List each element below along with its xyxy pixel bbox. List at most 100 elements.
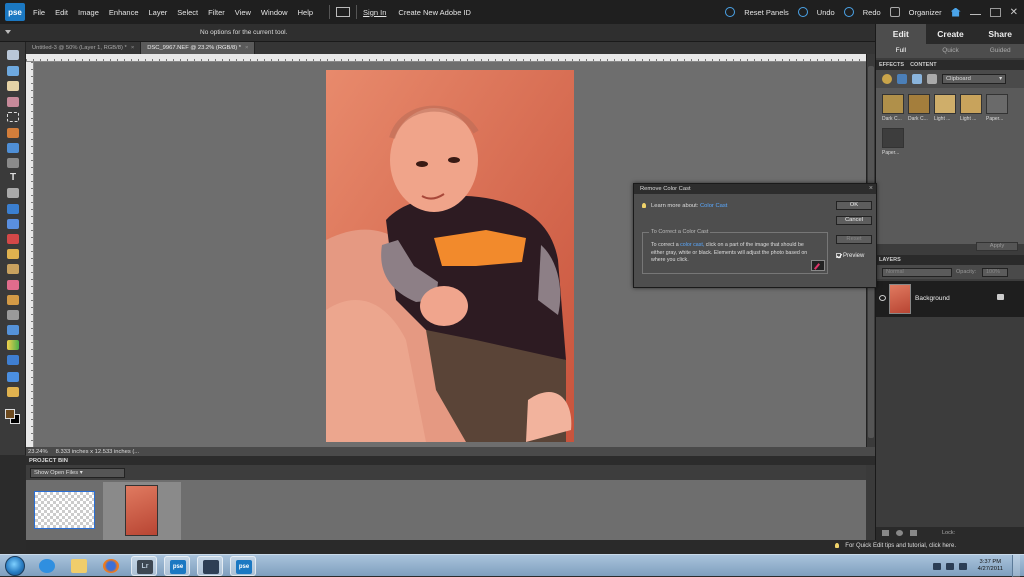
cookie-cutter-tool-icon[interactable] [7, 204, 19, 214]
show-desktop-button[interactable] [1012, 555, 1020, 577]
close-icon[interactable]: ✕ [1010, 7, 1018, 18]
type-tool-icon[interactable]: T [7, 173, 19, 183]
undo-icon[interactable] [797, 7, 808, 17]
taskbar-lightroom[interactable]: Lr [131, 556, 157, 576]
taskbar-pse-organizer[interactable]: pse [164, 556, 190, 576]
ok-button[interactable]: OK [836, 201, 872, 210]
home-icon[interactable] [950, 7, 961, 17]
minimize-icon[interactable] [969, 9, 981, 15]
menu-layer[interactable]: Layer [149, 8, 168, 17]
taskbar-explorer[interactable] [66, 556, 92, 576]
eyedropper-tool-icon[interactable] [7, 97, 19, 107]
undo-button[interactable]: Undo [817, 8, 835, 17]
tab-edit[interactable]: Edit [876, 24, 926, 44]
eyedropper-icon[interactable] [811, 260, 825, 271]
shape-tool-icon[interactable] [7, 355, 19, 365]
preview-checkbox[interactable]: Preview [836, 253, 864, 259]
reset-button[interactable]: Reset [836, 235, 872, 244]
color-cast-link[interactable]: Color Cast [700, 203, 727, 209]
tool-preset-icon[interactable] [5, 30, 11, 34]
tab-dsc-9967[interactable]: DSC_9967.NEF @ 23.2% (RGB/8) * × [141, 42, 256, 54]
organizer-icon[interactable] [889, 7, 900, 17]
network-icon[interactable] [945, 562, 954, 570]
delete-layer-icon[interactable] [910, 530, 917, 536]
lasso-tool-icon[interactable] [7, 128, 19, 138]
effect-item[interactable]: Light ... [934, 94, 958, 126]
taskbar-ie[interactable] [34, 556, 60, 576]
menu-help[interactable]: Help [298, 8, 313, 17]
create-adobe-id-link[interactable]: Create New Adobe ID [398, 8, 471, 17]
eraser-tool-icon[interactable] [7, 280, 19, 290]
reset-panels-button[interactable]: Reset Panels [744, 8, 789, 17]
visibility-eye-icon[interactable] [879, 295, 886, 301]
bin-scrollbar[interactable] [866, 465, 875, 540]
taskbar-firefox[interactable] [98, 556, 124, 576]
cancel-button[interactable]: Cancel [836, 216, 872, 225]
straighten-tool-icon[interactable] [7, 219, 19, 229]
tab-full[interactable]: Full [876, 44, 926, 58]
menu-file[interactable]: File [33, 8, 45, 17]
foreground-color-swatch[interactable] [5, 409, 15, 419]
tab-share[interactable]: Share [975, 24, 1024, 44]
layer-row-background[interactable]: Background [876, 281, 1024, 317]
effect-item[interactable]: Dark C... [908, 94, 932, 126]
start-button[interactable] [5, 556, 25, 576]
brush-tool-icon[interactable] [7, 295, 19, 305]
bin-thumbnail-untitled[interactable] [34, 491, 95, 529]
taskbar-pse-editor[interactable]: pse [230, 556, 256, 576]
blend-mode-dropdown[interactable]: Normal [882, 268, 952, 277]
apply-button[interactable]: Apply [976, 242, 1018, 251]
effects-category-dropdown[interactable]: Clipboard ▾ [942, 74, 1006, 84]
tab-guided[interactable]: Guided [975, 44, 1024, 58]
adjustment-layer-icon[interactable] [896, 530, 903, 536]
hand-tool-icon[interactable] [7, 81, 19, 91]
blur-tool-icon[interactable] [7, 372, 19, 382]
smart-brush-tool-icon[interactable] [7, 310, 19, 320]
menu-image[interactable]: Image [78, 8, 99, 17]
organizer-button[interactable]: Organizer [909, 8, 942, 17]
sponge-tool-icon[interactable] [7, 387, 19, 397]
effect-item[interactable]: Light ... [960, 94, 984, 126]
close-tab-icon[interactable]: × [245, 45, 248, 51]
quick-selection-tool-icon[interactable] [7, 143, 19, 153]
redo-icon[interactable] [843, 7, 854, 17]
bin-thumbnail-photo-selected[interactable] [103, 482, 181, 540]
menu-view[interactable]: View [235, 8, 251, 17]
volume-icon[interactable] [958, 562, 967, 570]
effect-item[interactable]: Dark C... [882, 94, 906, 126]
menu-filter[interactable]: Filter [208, 8, 225, 17]
new-layer-icon[interactable] [882, 530, 889, 536]
menu-window[interactable]: Window [261, 8, 288, 17]
menu-edit[interactable]: Edit [55, 8, 68, 17]
dialog-close-icon[interactable]: × [869, 184, 873, 194]
tab-untitled-3[interactable]: Untitled-3 @ 50% (Layer 1, RGB/8) * × [26, 42, 142, 54]
layout-grid-icon[interactable] [336, 7, 351, 17]
zoom-level[interactable]: 23.24% [28, 449, 48, 455]
effect-item[interactable]: Paper... [986, 94, 1010, 126]
frames-icon[interactable] [927, 74, 937, 84]
taskbar-app[interactable] [197, 556, 223, 576]
zoom-tool-icon[interactable] [7, 66, 19, 76]
clock[interactable]: 3:37 PM 4/27/2011 [978, 559, 1003, 573]
tab-create[interactable]: Create [926, 24, 976, 44]
red-eye-removal-tool-icon[interactable] [7, 234, 19, 244]
redo-button[interactable]: Redo [863, 8, 881, 17]
opacity-input[interactable]: 100% [982, 268, 1008, 277]
tab-content[interactable]: CONTENT [910, 62, 937, 68]
photo-effects-icon[interactable] [912, 74, 922, 84]
move-tool-icon[interactable] [7, 50, 19, 60]
healing-brush-tool-icon[interactable] [7, 249, 19, 259]
photo-image[interactable] [326, 70, 574, 442]
tab-effects[interactable]: EFFECTS [879, 62, 904, 68]
paint-bucket-tool-icon[interactable] [7, 325, 19, 335]
close-tab-icon[interactable]: × [131, 45, 134, 51]
layer-styles-icon[interactable] [897, 74, 907, 84]
filters-icon[interactable] [882, 74, 892, 84]
crop-tool-icon[interactable] [7, 188, 19, 198]
menu-select[interactable]: Select [177, 8, 198, 17]
gradient-tool-icon[interactable] [7, 340, 19, 350]
restore-icon[interactable] [989, 7, 1001, 17]
quick-edit-tips-link[interactable]: For Quick Edit tips and tutorial, click … [835, 543, 956, 549]
red-eye-tool-icon[interactable] [7, 158, 19, 168]
show-files-dropdown[interactable]: Show Open Files ▾ [30, 468, 125, 478]
